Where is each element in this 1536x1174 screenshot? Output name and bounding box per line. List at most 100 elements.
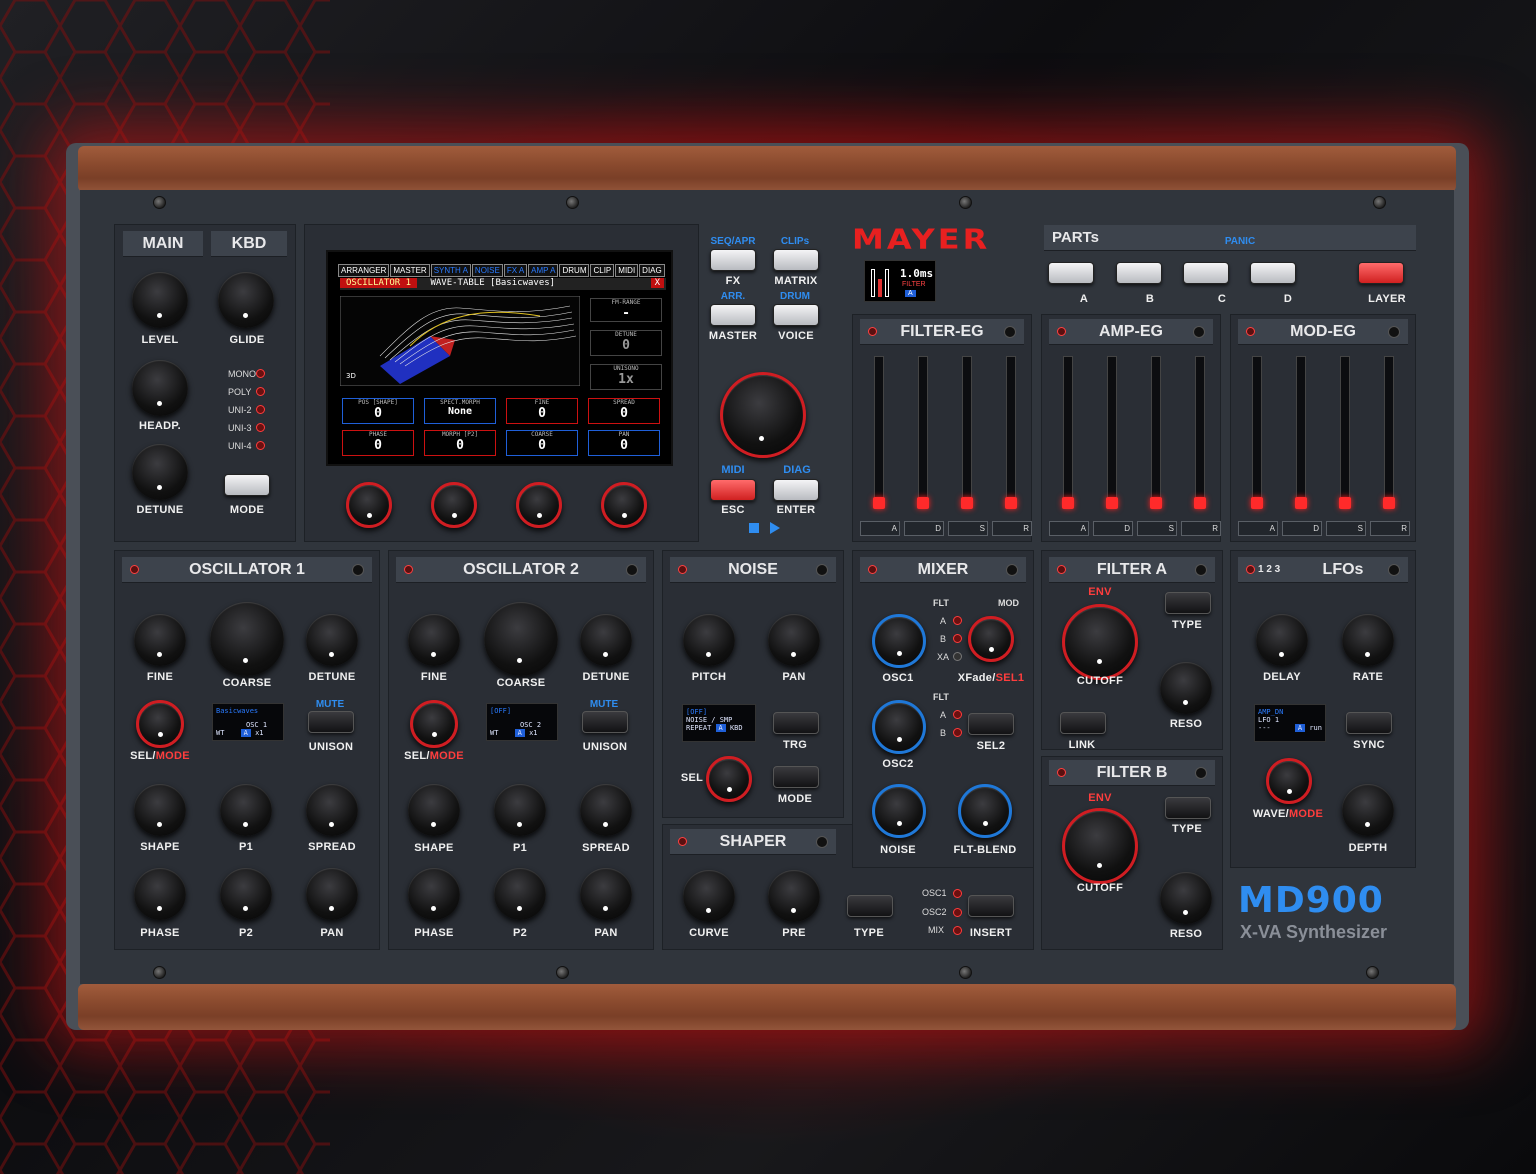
cell-fm-range[interactable]: FM-RANGE - <box>590 298 662 322</box>
part-a-button[interactable] <box>1048 262 1094 284</box>
eg-switch[interactable] <box>1193 326 1205 338</box>
slider-cap[interactable] <box>1150 497 1162 509</box>
mixer-osc1-knob[interactable] <box>872 614 926 668</box>
encoder-knob-4[interactable] <box>601 482 647 528</box>
osc1-fine-knob[interactable] <box>134 614 186 666</box>
cell-phase[interactable]: PHASE 0 <box>342 430 414 456</box>
lfo-rate-knob[interactable] <box>1342 614 1394 666</box>
osc1-phase-knob[interactable] <box>134 868 186 920</box>
lfo-sync-button[interactable] <box>1346 712 1392 734</box>
mixer-xfade-knob[interactable] <box>968 616 1014 662</box>
osc2-switch[interactable] <box>626 564 638 576</box>
esc-button[interactable] <box>710 479 756 501</box>
shaper-switch[interactable] <box>816 836 828 848</box>
osc1-p1-knob[interactable] <box>220 784 272 836</box>
headphone-knob[interactable] <box>132 360 188 416</box>
filter-a-reso-knob[interactable] <box>1160 662 1212 714</box>
amp-eg-slider[interactable] <box>1106 356 1118 509</box>
filter-b-switch[interactable] <box>1195 767 1207 779</box>
fx-button[interactable] <box>710 249 756 271</box>
stop-icon[interactable] <box>749 523 759 533</box>
filter-eg-slider[interactable] <box>873 356 885 509</box>
slider-cap[interactable] <box>961 497 973 509</box>
mod-eg-slider[interactable] <box>1339 356 1351 509</box>
lfo-wave-knob[interactable] <box>1266 758 1312 804</box>
mixer-osc2-knob[interactable] <box>872 700 926 754</box>
master-button[interactable] <box>710 304 756 326</box>
filter-eg-slider[interactable] <box>917 356 929 509</box>
tab-clip[interactable]: CLIP <box>590 264 615 277</box>
tab-arranger[interactable]: ARRANGER <box>338 264 390 277</box>
tab-drum[interactable]: DRUM <box>559 264 590 277</box>
osc1-detune-knob[interactable] <box>306 614 358 666</box>
cell-unisono[interactable]: UNISONO 1x <box>590 364 662 390</box>
cell-pos[interactable]: POS [SHAPE] 0 <box>342 398 414 424</box>
slider-cap[interactable] <box>1005 497 1017 509</box>
cell-coarse[interactable]: COARSE 0 <box>506 430 578 456</box>
filter-a-type-button[interactable] <box>1165 592 1211 614</box>
mixer-sel2-button[interactable] <box>968 713 1014 735</box>
layer-button[interactable] <box>1358 262 1404 284</box>
osc1-unison-button[interactable] <box>308 711 354 733</box>
noise-pitch-knob[interactable] <box>683 614 735 666</box>
shaper-type-button[interactable] <box>847 895 893 917</box>
matrix-button[interactable] <box>773 249 819 271</box>
mod-eg-slider[interactable] <box>1383 356 1395 509</box>
enter-button[interactable] <box>773 479 819 501</box>
osc2-sel-knob[interactable] <box>410 700 458 748</box>
tab-synth[interactable]: SYNTH A <box>430 264 471 277</box>
part-c-button[interactable] <box>1183 262 1229 284</box>
tab-noise[interactable]: NOISE <box>471 264 503 277</box>
osc2-detune-knob[interactable] <box>580 614 632 666</box>
filter-b-type-button[interactable] <box>1165 797 1211 819</box>
play-icon[interactable] <box>770 522 780 534</box>
lfo-delay-knob[interactable] <box>1256 614 1308 666</box>
cell-detune[interactable]: DETUNE 0 <box>590 330 662 356</box>
slider-cap[interactable] <box>917 497 929 509</box>
mixer-noise-knob[interactable] <box>872 784 926 838</box>
osc2-p2-knob[interactable] <box>494 868 546 920</box>
lfo-depth-knob[interactable] <box>1342 784 1394 836</box>
encoder-knob-1[interactable] <box>346 482 392 528</box>
level-knob[interactable] <box>132 272 188 328</box>
slider-cap[interactable] <box>1339 497 1351 509</box>
filter-b-cutoff-knob[interactable] <box>1062 808 1138 884</box>
osc1-p2-knob[interactable] <box>220 868 272 920</box>
part-b-button[interactable] <box>1116 262 1162 284</box>
part-d-button[interactable] <box>1250 262 1296 284</box>
voice-button[interactable] <box>773 304 819 326</box>
mod-eg-slider[interactable] <box>1295 356 1307 509</box>
mod-eg-slider[interactable] <box>1251 356 1263 509</box>
osc2-phase-knob[interactable] <box>408 868 460 920</box>
shaper-insert-button[interactable] <box>968 895 1014 917</box>
tab-diag[interactable]: DIAG <box>639 264 665 277</box>
mixer-switch[interactable] <box>1006 564 1018 576</box>
slider-cap[interactable] <box>1251 497 1263 509</box>
tab-amp[interactable]: AMP A <box>528 264 559 277</box>
osc1-sel-knob[interactable] <box>136 700 184 748</box>
osc1-shape-knob[interactable] <box>134 784 186 836</box>
tab-master[interactable]: MASTER <box>390 264 430 277</box>
osc2-fine-knob[interactable] <box>408 614 460 666</box>
osc1-coarse-knob[interactable] <box>210 602 284 676</box>
osc1-switch[interactable] <box>352 564 364 576</box>
glide-knob[interactable] <box>218 272 274 328</box>
cell-fine[interactable]: FINE 0 <box>506 398 578 424</box>
amp-eg-slider[interactable] <box>1194 356 1206 509</box>
filter-b-reso-knob[interactable] <box>1160 872 1212 924</box>
shaper-pre-knob[interactable] <box>768 870 820 922</box>
osc2-shape-knob[interactable] <box>408 784 460 836</box>
cell-spread[interactable]: SPREAD 0 <box>588 398 660 424</box>
osc2-pan-knob[interactable] <box>580 868 632 920</box>
shaper-curve-knob[interactable] <box>683 870 735 922</box>
slider-cap[interactable] <box>1106 497 1118 509</box>
detune-knob[interactable] <box>132 444 188 500</box>
osc1-spread-knob[interactable] <box>306 784 358 836</box>
slider-cap[interactable] <box>873 497 885 509</box>
slider-cap[interactable] <box>1383 497 1395 509</box>
noise-pan-knob[interactable] <box>768 614 820 666</box>
filter-link-button[interactable] <box>1060 712 1106 734</box>
eg-switch[interactable] <box>1004 326 1016 338</box>
amp-eg-slider[interactable] <box>1150 356 1162 509</box>
tab-fx[interactable]: FX A <box>503 264 528 277</box>
